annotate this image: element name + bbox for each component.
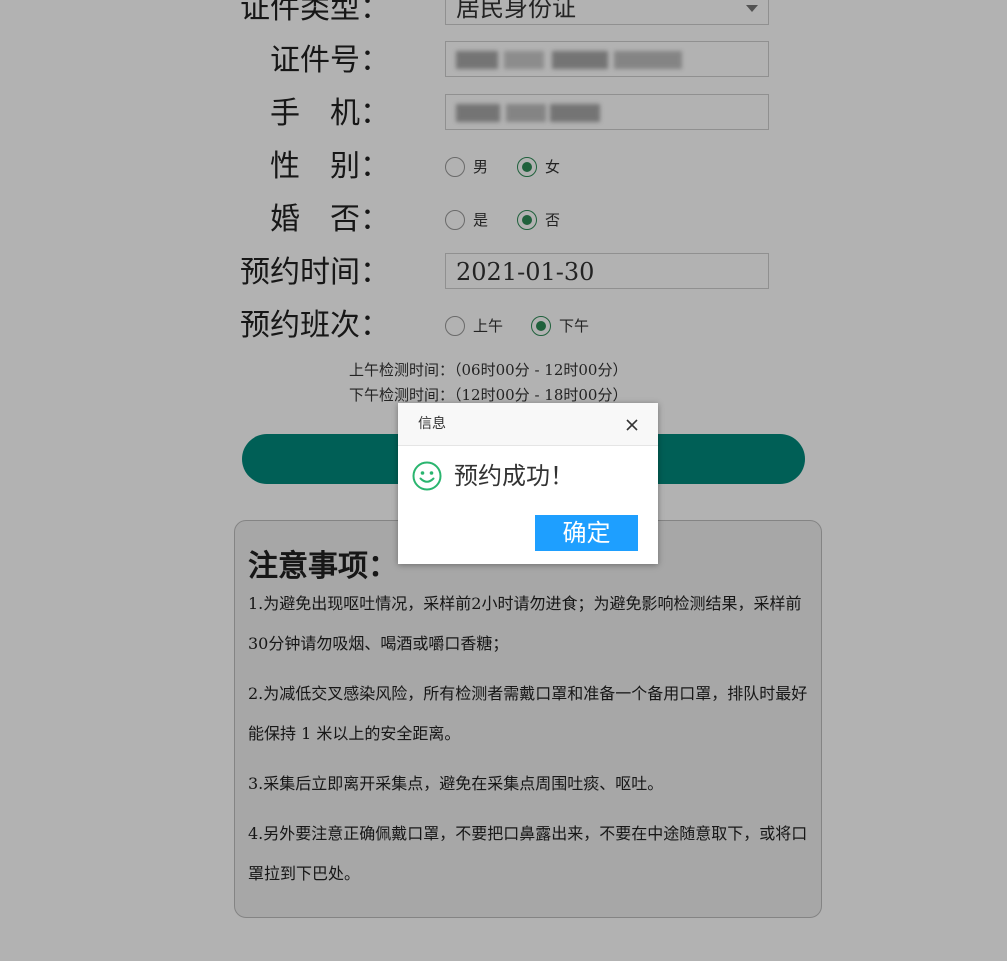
dialog-title: 信息: [418, 416, 446, 432]
dialog-message: 预约成功！: [454, 462, 574, 490]
success-dialog: 信息 预约成功！ 确定: [398, 403, 658, 564]
close-icon[interactable]: [624, 417, 640, 433]
smile-icon: [412, 461, 442, 491]
confirm-button[interactable]: 确定: [535, 515, 638, 551]
dialog-header: 信息: [398, 403, 658, 446]
